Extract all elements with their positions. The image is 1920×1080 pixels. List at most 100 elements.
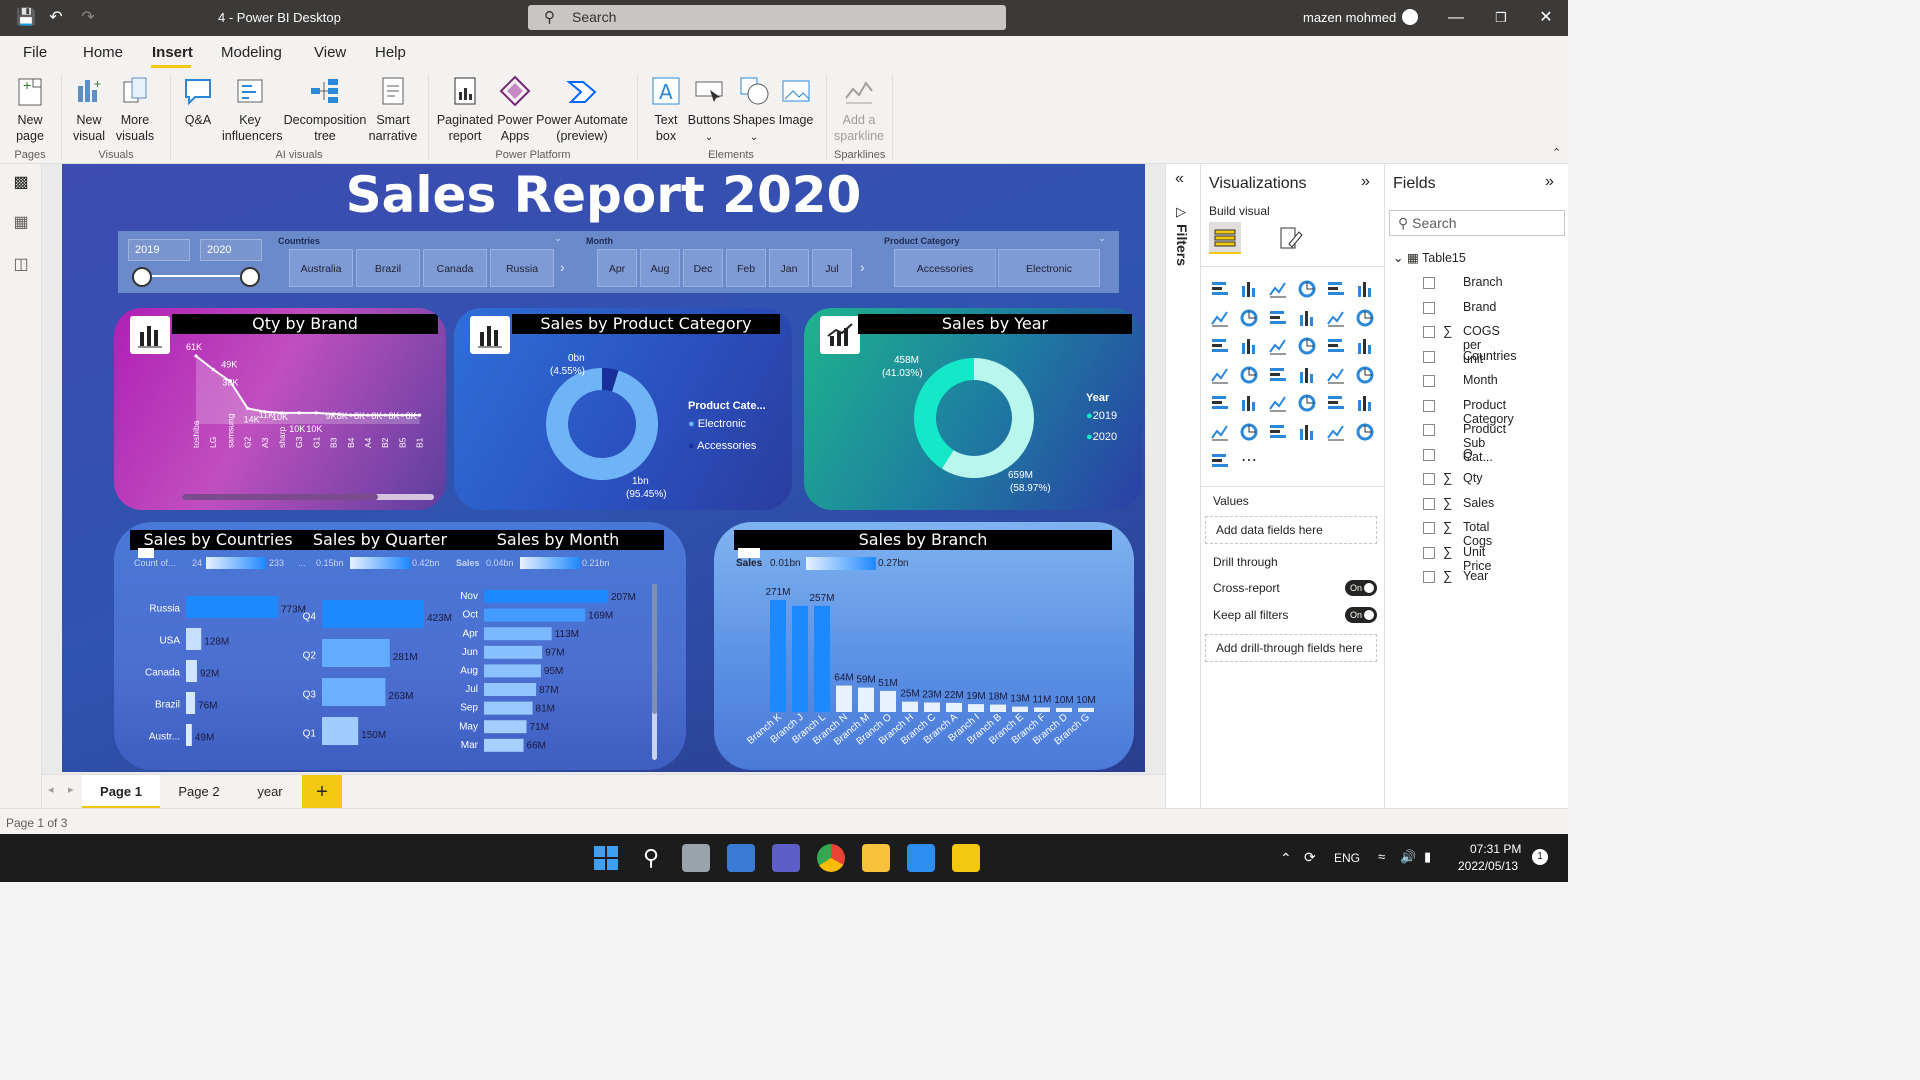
undo-icon[interactable]: ↶ [46,8,66,28]
battery-icon[interactable]: ▮ [1424,849,1431,865]
avatar[interactable] [1402,9,1418,25]
tab-year[interactable]: year [238,775,302,809]
search-input[interactable]: ⚲ Search [528,5,1006,30]
field-checkbox[interactable] [1423,571,1435,583]
volume-icon[interactable]: 🔊 [1400,849,1416,865]
text-box-button[interactable]: A Text box [646,72,686,144]
expand-pane-icon[interactable]: » [1545,173,1554,191]
widgets-icon[interactable] [727,844,755,872]
new-page-button[interactable]: + New page [6,72,54,144]
stacked-bar-icon[interactable] [1209,278,1231,300]
slicer-chip-electronic[interactable]: Electronic [998,249,1100,287]
buttons-button[interactable]: Buttons ⌄ [686,72,732,146]
slicer-chip-aug[interactable]: Aug [640,249,680,287]
menu-file[interactable]: File [23,44,47,61]
data-view-icon[interactable]: ▦ [10,212,32,234]
100-bar-icon[interactable] [1325,278,1347,300]
slicer-chip-apr[interactable]: Apr [597,249,637,287]
menu-insert[interactable]: Insert [152,44,193,61]
user-name[interactable]: mazen mohmed [1303,10,1396,25]
save-icon[interactable]: 💾 [16,8,36,28]
menu-modeling[interactable]: Modeling [221,44,282,61]
area-icon[interactable] [1238,307,1260,329]
treemap-icon[interactable] [1354,335,1376,357]
file-explorer-icon[interactable] [862,844,890,872]
scrollbar-thumb[interactable] [182,494,378,500]
more-visuals-button[interactable]: More visuals [112,72,158,144]
slicer-chip-russia[interactable]: Russia [490,249,554,287]
notepad-icon[interactable] [907,844,935,872]
line-column-icon[interactable] [1296,307,1318,329]
scrollbar-thumb[interactable] [652,584,657,714]
funnel-icon[interactable] [1238,335,1260,357]
shapes-button[interactable]: Shapes ⌄ [732,72,776,146]
decomposition-tree-visual-icon[interactable] [1209,421,1231,443]
keep-all-filters-toggle[interactable]: On [1345,607,1377,623]
map-icon[interactable] [1209,364,1231,386]
slicer-icon[interactable] [1209,392,1231,414]
image-button[interactable]: Image [776,72,816,128]
add-drill-fields-well[interactable]: Add drill-through fields here [1205,634,1377,662]
field-checkbox[interactable] [1423,277,1435,289]
power-automate-button[interactable]: Power Automate (preview) [536,72,628,144]
build-visual-tab[interactable] [1209,222,1241,254]
stacked-area-icon[interactable] [1267,307,1289,329]
power-apps-button[interactable]: Power Apps [494,72,536,144]
menu-view[interactable]: View [314,44,346,61]
slicer-chip-dec[interactable]: Dec [683,249,723,287]
qna-button[interactable]: Q&A [178,72,218,128]
tab-page-1[interactable]: Page 1 [82,775,160,809]
minimize-icon[interactable]: — [1442,6,1470,30]
expand-pane-icon[interactable]: » [1361,173,1370,191]
field-checkbox[interactable] [1423,497,1435,510]
scroll-left-icon[interactable]: ◂ [48,783,54,796]
field-checkbox[interactable] [1423,326,1435,338]
power-bi-icon[interactable] [952,844,980,872]
collapse-ribbon-icon[interactable]: ⌃ [1552,146,1561,159]
add-page-button[interactable]: + [302,775,342,809]
menu-help[interactable]: Help [375,44,406,61]
waterfall-icon[interactable] [1209,335,1231,357]
legend-item-2019[interactable]: ●2019 [1086,410,1117,422]
month-scrollbar[interactable] [652,584,657,760]
qty-by-brand-scrollbar[interactable] [182,494,434,500]
legend-item-electronic[interactable]: ● Electronic [688,418,746,430]
legend-item-2020[interactable]: ●2020 [1086,431,1117,443]
line-icon[interactable] [1209,307,1231,329]
slicer-chip-accessories[interactable]: Accessories [894,249,996,287]
field-checkbox[interactable] [1423,546,1435,559]
notification-badge[interactable]: 1 [1532,849,1548,865]
menu-home[interactable]: Home [83,44,123,61]
slicer-chip-jul[interactable]: Jul [812,249,852,287]
power-apps-visual-icon[interactable] [1354,421,1376,443]
field-checkbox[interactable] [1423,375,1435,387]
close-icon[interactable]: ✕ [1532,6,1560,30]
fields-search-input[interactable]: ⚲ Search [1389,210,1565,236]
key-influencers-visual-icon[interactable] [1354,392,1376,414]
slicer-chip-feb[interactable]: Feb [726,249,766,287]
legend-item-accessories[interactable]: ● Accessories [688,440,756,452]
paginated-report-button[interactable]: Paginated report [436,72,494,144]
key-influencers-button[interactable]: Key influencers [222,72,282,144]
sales-by-product-category-card[interactable]: Sales by Product Category 1bn (95.45%) 0bn… [454,308,792,510]
add-sparkline-button[interactable]: Add a sparkline [834,72,884,144]
gauge-icon[interactable] [1267,364,1289,386]
chevron-up-icon[interactable]: ⌃ [1280,850,1292,867]
language-indicator[interactable]: ENG [1334,851,1360,865]
decomposition-tree-button[interactable]: Decomposition tree [282,72,368,144]
task-view-icon[interactable] [682,844,710,872]
redo-icon[interactable]: ↷ [78,8,98,28]
more-visuals-icon[interactable]: ⋯ [1238,450,1260,472]
slicer-chip-canada[interactable]: Canada [423,249,487,287]
year-slider-start-handle[interactable] [132,267,152,287]
chevron-down-icon[interactable]: ⌄ [1098,233,1106,244]
search-icon[interactable]: ⚲ [637,844,665,872]
smart-narrative-button[interactable]: Smart narrative [368,72,418,144]
field-checkbox[interactable] [1423,522,1435,534]
qty-by-brand-card[interactable]: Qty by Brand 61K 49K 38K 14K 11K 10K 10K 10K 9K 8… [114,308,446,510]
paginated-visual-icon[interactable] [1296,421,1318,443]
sales-by-branch-card[interactable]: Sales by Branch Sales 0.01bn 0.27bn 271M… [714,522,1134,770]
format-visual-tab[interactable] [1275,222,1307,254]
chevron-down-icon[interactable]: ⌄ [554,233,562,244]
sales-breakdown-card[interactable]: Sales by Countries Sales by Quarter Sale… [114,522,686,770]
